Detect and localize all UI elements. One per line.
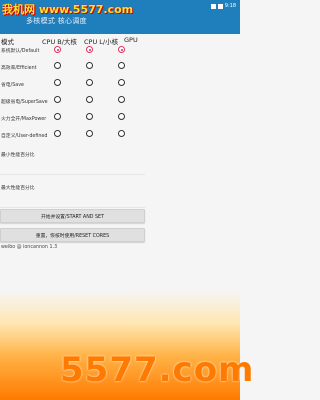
status-time: 9:18 [224,3,236,9]
battery-icon [217,3,223,9]
wifi-icon [210,3,216,9]
app-title: 多核模式 核心调度 [26,17,87,25]
watermark-bottom: 5577.com [60,350,255,390]
radio-userdefined-little[interactable] [86,130,93,137]
radio-maxpower-little[interactable] [86,113,93,120]
mode-label: 自定义/User-defined [1,134,48,139]
header-mode: 模式 [1,38,14,46]
start-and-set-button[interactable]: 开始并设置/START AND SET [0,209,145,223]
radio-save-little[interactable] [86,79,93,86]
radio-efficient-gpu[interactable] [118,62,125,69]
radio-save-gpu[interactable] [118,79,125,86]
radio-default-gpu[interactable] [118,46,125,53]
radio-supersave-little[interactable] [86,96,93,103]
radio-maxpower-big[interactable] [54,113,61,120]
header-gpu: GPU [124,36,138,44]
reset-cores-button[interactable]: 重置，恢核时使用/RESET CORES [0,228,145,242]
radio-userdefined-gpu[interactable] [118,130,125,137]
radio-supersave-big[interactable] [54,96,61,103]
radio-supersave-gpu[interactable] [118,96,125,103]
radio-efficient-big[interactable] [54,62,61,69]
radio-userdefined-big[interactable] [54,130,61,137]
radio-efficient-little[interactable] [86,62,93,69]
radio-save-big[interactable] [54,79,61,86]
max-perf-input[interactable] [0,189,145,208]
radio-default-little[interactable] [86,46,93,53]
radio-default-big[interactable] [54,46,61,53]
min-perf-input[interactable] [0,156,145,175]
radio-maxpower-gpu[interactable] [118,113,125,120]
header-cpu-little: CPU L/小核 [84,38,119,46]
mode-label: 火力全开/MaxPower [1,117,47,122]
header-cpu-big: CPU B/大核 [42,38,77,46]
mode-label: 高效率/Efficient [1,66,37,71]
footer-credit: weibo @ ioncannon 1.3 [1,245,58,250]
watermark-top: 我机网 www.5577.com [2,3,134,16]
mode-label: 省电/Save [1,83,24,88]
mode-label: 系统默认/Default [1,49,40,54]
mode-label: 超级省电/SuperSave [1,100,48,105]
